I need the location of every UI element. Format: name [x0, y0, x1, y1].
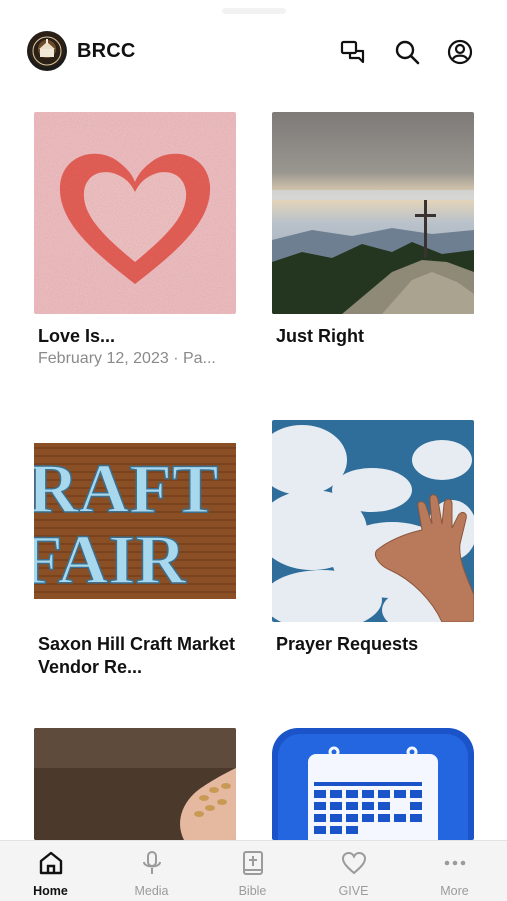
dynamic-island — [222, 8, 286, 14]
card-love-is[interactable]: Love Is... February 12, 2023 · Pa... — [34, 112, 236, 368]
heart-glitter-image — [34, 112, 236, 314]
status-bar — [0, 0, 507, 24]
hand-clouds-image — [272, 420, 474, 622]
bottom-tab-bar: Home Media Bible GIVE More — [0, 840, 507, 901]
church-logo-avatar[interactable] — [27, 31, 67, 71]
card-subtitle: February 12, 2023 · Pa... — [38, 350, 216, 367]
card-prayer-requests[interactable]: Prayer Requests — [272, 420, 474, 656]
bible-icon — [243, 851, 263, 875]
craft-text: RAFT — [34, 451, 219, 528]
tab-label: GIVE — [338, 884, 369, 898]
profile-icon[interactable] — [446, 38, 474, 66]
tab-label: Media — [134, 884, 169, 898]
card-seeds[interactable] — [34, 728, 236, 840]
tab-label: More — [440, 884, 469, 898]
calendar-image — [272, 728, 474, 840]
heart-icon — [341, 851, 367, 875]
tab-home[interactable]: Home — [0, 841, 101, 901]
card-title: Saxon Hill Craft Market Vendor Re... — [38, 634, 236, 677]
chat-icon[interactable] — [339, 38, 367, 66]
tab-label: Home — [33, 884, 68, 898]
app-header: BRCC — [0, 26, 507, 80]
craft-fair-image: RAFT FAIR — [34, 420, 236, 622]
more-icon — [444, 860, 466, 866]
mountain-cross-image — [272, 112, 474, 314]
card-calendar[interactable] — [272, 728, 474, 840]
card-title: Love Is... — [38, 326, 116, 346]
search-icon[interactable] — [393, 38, 421, 66]
card-just-right[interactable]: Just Right — [272, 112, 474, 348]
app-title: BRCC — [77, 40, 136, 62]
tab-more[interactable]: More — [404, 841, 505, 901]
card-title: Prayer Requests — [276, 634, 419, 654]
card-saxon-hill-craft-market[interactable]: RAFT FAIR Saxon Hill Craft Market Vendor… — [34, 420, 236, 679]
fair-text: FAIR — [34, 522, 187, 599]
microphone-icon — [143, 851, 161, 874]
tab-label: Bible — [238, 884, 267, 898]
tab-bible[interactable]: Bible — [202, 841, 303, 901]
home-icon — [39, 851, 63, 875]
tab-give[interactable]: GIVE — [303, 841, 404, 901]
card-title: Just Right — [276, 326, 364, 346]
seeds-hand-image — [34, 728, 236, 840]
tab-media[interactable]: Media — [101, 841, 202, 901]
logo-emblem-icon — [32, 36, 62, 66]
